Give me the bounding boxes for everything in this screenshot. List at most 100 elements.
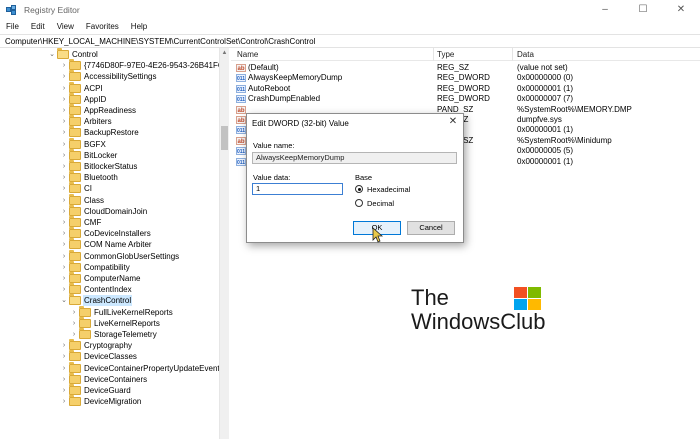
chevron-right-icon[interactable]: › [60,284,68,295]
tree-item[interactable]: › Bluetooth [0,171,226,183]
chevron-right-icon[interactable]: › [60,172,68,183]
tree-item[interactable]: › CI [0,182,226,194]
chevron-right-icon[interactable]: › [70,318,78,329]
value-row[interactable]: 011 CrashDumpEnabled REG_DWORD 0x00000007 (… [231,94,700,104]
chevron-right-icon[interactable]: › [60,127,68,138]
cancel-button[interactable]: Cancel [407,221,455,235]
tree-item[interactable]: ⌄ CrashControl [0,294,226,307]
value-row[interactable]: 011 AlwaysKeepMemoryDump REG_DWORD 0x000000… [231,73,700,83]
tree-item[interactable]: › StorageTelemetry [0,328,226,340]
tree-item[interactable]: › CMF [0,216,226,228]
tree-item[interactable]: › LiveKernelReports [0,316,226,329]
tree-item[interactable]: › DeviceContainerPropertyUpdateEvents [0,361,226,374]
tree-item[interactable]: › CloudDomainJoin [0,204,226,217]
tree-item[interactable]: › DeviceMigration [0,395,226,407]
menu-help[interactable]: Help [131,22,147,31]
maximize-button[interactable]: ☐ [624,0,662,19]
chevron-right-icon[interactable]: › [60,251,68,262]
tree-item[interactable]: › ACPI [0,81,226,94]
chevron-right-icon[interactable]: › [60,150,68,161]
menu-favorites[interactable]: Favorites [86,22,119,31]
chevron-right-icon[interactable]: › [60,116,68,127]
hexadecimal-radio[interactable]: Hexadecimal [355,184,410,194]
window-controls: – ☐ ✕ [586,0,700,19]
chevron-right-icon[interactable]: › [60,161,68,172]
tree-item[interactable]: › AppReadiness [0,104,226,116]
tree-item-label: DeviceClasses [84,352,137,362]
tree-item[interactable]: › AccessibilitySettings [0,70,226,82]
column-data-header[interactable]: Data [517,50,534,59]
tree-item[interactable]: › DeviceGuard [0,384,226,396]
chevron-right-icon[interactable]: › [60,206,68,217]
column-name-header[interactable]: Name [237,50,258,59]
value-data: 0x00000001 (1) [517,156,574,166]
tree-item[interactable]: › AppID [0,92,226,105]
chevron-right-icon[interactable]: › [60,183,68,194]
chevron-right-icon[interactable]: › [60,239,68,250]
chevron-down-icon[interactable]: ⌄ [60,295,68,306]
chevron-right-icon[interactable]: › [60,139,68,150]
chevron-right-icon[interactable]: › [60,374,68,385]
tree-item[interactable]: › {7746D80F-97E0-4E26-9543-26B41FC22F [0,59,228,71]
address-bar[interactable]: Computer\HKEY_LOCAL_MACHINE\SYSTEM\Curre… [0,34,700,48]
tree-item[interactable]: › BGFX [0,137,226,150]
folder-icon [69,193,81,205]
tree-item[interactable]: › CoDeviceInstallers [0,227,226,239]
tree-item[interactable]: › BitlockerStatus [0,160,226,172]
tree-item[interactable]: ⌄ Control [0,48,226,60]
dialog-close-icon[interactable]: ✕ [447,116,459,128]
chevron-right-icon[interactable]: › [60,228,68,239]
chevron-right-icon[interactable]: › [60,396,68,407]
radio-checked-icon[interactable] [355,185,363,193]
close-button[interactable]: ✕ [662,0,700,19]
folder-icon [69,171,81,183]
chevron-right-icon[interactable]: › [60,363,68,374]
chevron-right-icon[interactable]: › [60,262,68,273]
folder-icon [69,204,81,216]
tree-item[interactable]: › ContentIndex [0,283,226,295]
value-name-field[interactable]: AlwaysKeepMemoryDump [252,152,457,164]
minimize-button[interactable]: – [586,0,624,19]
tree-scrollbar[interactable]: ▲ [219,48,229,439]
chevron-right-icon[interactable]: › [60,340,68,351]
tree-item[interactable]: › CommonGlobUserSettings [0,249,226,262]
chevron-right-icon[interactable]: › [60,94,68,105]
tree-item[interactable]: › Cryptography [0,339,226,351]
tree-item[interactable]: › FullLiveKernelReports [0,305,226,318]
radio-unchecked-icon[interactable] [355,199,363,207]
scroll-thumb[interactable] [221,126,228,150]
chevron-right-icon[interactable]: › [60,195,68,206]
chevron-right-icon[interactable]: › [60,385,68,396]
window-title: Registry Editor [24,4,80,15]
tree-item[interactable]: › Class [0,193,226,206]
menu-edit[interactable]: Edit [31,22,45,31]
value-data-input[interactable]: 1 [252,183,343,195]
tree-item-label: BitLocker [84,150,118,160]
chevron-right-icon[interactable]: › [60,105,68,116]
tree-item[interactable]: › ComputerName [0,272,226,284]
tree-item[interactable]: › COM Name Arbiter [0,238,226,250]
chevron-right-icon[interactable]: › [60,60,68,71]
chevron-down-icon[interactable]: ⌄ [48,49,56,60]
menu-view[interactable]: View [57,22,74,31]
chevron-right-icon[interactable]: › [60,273,68,284]
chevron-right-icon[interactable]: › [60,83,68,94]
menu-file[interactable]: File [6,22,19,31]
value-row[interactable]: ab (Default) REG_SZ (value not set) [231,63,700,73]
value-type: REG_DWORD [437,94,490,104]
tree-item[interactable]: › Compatibility [0,260,226,273]
chevron-right-icon[interactable]: › [60,351,68,362]
chevron-right-icon[interactable]: › [60,71,68,82]
column-type-header[interactable]: Type [437,50,454,59]
tree-item[interactable]: › BackupRestore [0,126,226,138]
value-row[interactable]: 011 AutoReboot REG_DWORD 0x00000001 (1) [231,84,700,94]
tree-item[interactable]: › Arbiters [0,115,226,127]
scroll-up-arrow-icon[interactable]: ▲ [220,48,229,58]
tree-item[interactable]: › DeviceClasses [0,350,226,362]
tree-item[interactable]: › DeviceContainers [0,372,226,385]
tree-item-label: BitlockerStatus [84,162,138,171]
chevron-right-icon[interactable]: › [70,307,78,318]
decimal-radio[interactable]: Decimal [355,198,394,208]
chevron-right-icon[interactable]: › [60,217,68,228]
tree-item[interactable]: › BitLocker [0,148,226,161]
